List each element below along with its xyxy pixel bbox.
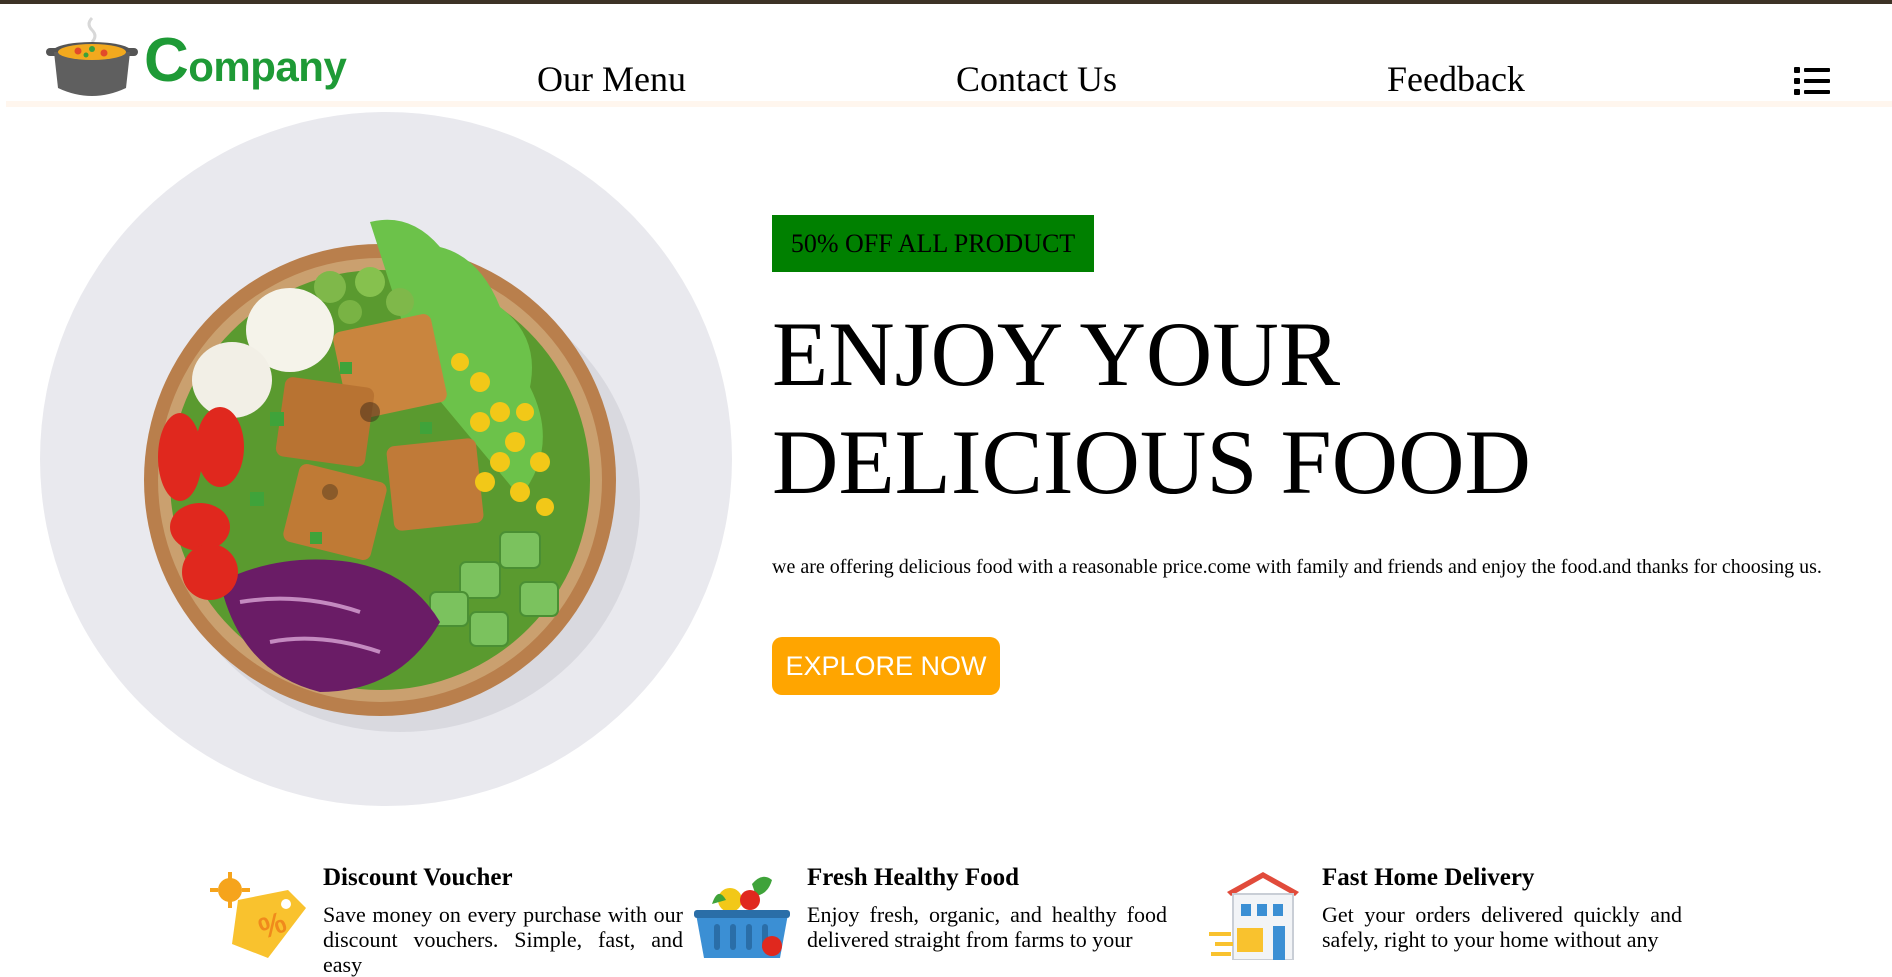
company-logo[interactable]: Company xyxy=(40,12,347,104)
discount-badge: 50% OFF ALL PRODUCT xyxy=(772,215,1094,272)
hero-description: we are offering delicious food with a re… xyxy=(772,556,1822,578)
feature-title: Fresh Healthy Food xyxy=(807,864,1020,891)
list-icon[interactable] xyxy=(1794,66,1830,96)
cooking-pot-icon xyxy=(46,16,138,96)
feature-description: Save money on every purchase with our di… xyxy=(323,902,683,977)
header-divider xyxy=(6,101,1892,107)
logo-text: Company xyxy=(144,25,347,95)
feature-title: Discount Voucher xyxy=(323,864,513,891)
hero-headline: ENJOY YOUR DELICIOUS FOOD xyxy=(772,303,1531,513)
nav-feedback[interactable]: Feedback xyxy=(1387,58,1525,100)
explore-now-button[interactable]: EXPLORE NOW xyxy=(772,637,1000,695)
discount-tag-icon: % xyxy=(210,872,306,958)
nav-our-menu[interactable]: Our Menu xyxy=(537,58,686,100)
vegetable-basket-icon xyxy=(694,876,790,958)
salad-bowl-image xyxy=(40,112,732,806)
nav-contact-us[interactable]: Contact Us xyxy=(956,58,1117,100)
feature-description: Enjoy fresh, organic, and healthy food d… xyxy=(807,902,1167,952)
feature-title: Fast Home Delivery xyxy=(1322,864,1535,891)
site-header: Company Our Menu Contact Us Feedback xyxy=(0,4,1892,107)
feature-description: Get your orders delivered quickly and sa… xyxy=(1322,902,1682,952)
house-delivery-icon xyxy=(1209,872,1299,960)
